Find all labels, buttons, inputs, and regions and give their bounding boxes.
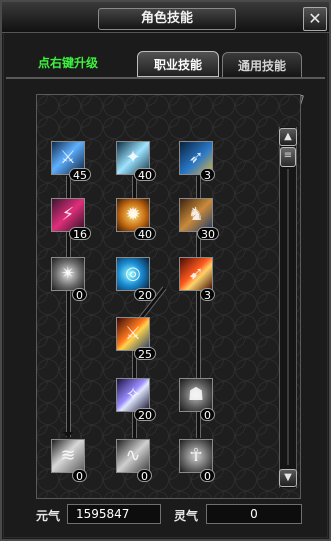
skill-slot[interactable]: ➹ (179, 257, 213, 291)
upgrade-hint: 点右键升级 (38, 56, 99, 70)
yuanqi-label: 元气 (36, 509, 61, 523)
skill-slot[interactable]: ✧ (116, 378, 150, 412)
skill-level: 0 (72, 288, 87, 302)
scroll-up-button[interactable]: ▲ (279, 128, 297, 146)
wind-slash-icon: ≋ (60, 445, 76, 466)
skill-slot[interactable]: ☗ (179, 378, 213, 412)
skill-level: 0 (137, 469, 152, 483)
yuanqi-value: 1595847 (67, 504, 161, 524)
shuriken-icon: ✴ (60, 263, 76, 284)
skill-level: 45 (69, 168, 91, 182)
skill-slot[interactable]: ☥ (179, 439, 213, 473)
window-title: 角色技能 (98, 8, 236, 30)
skill-level: 25 (134, 347, 156, 361)
skill-level: 20 (134, 288, 156, 302)
skill-slot[interactable]: ∿ (116, 439, 150, 473)
fire-blade-icon: ➹ (188, 263, 204, 284)
connector (66, 289, 71, 437)
skill-level: 30 (197, 227, 219, 241)
skill-level: 0 (200, 469, 215, 483)
skills-window: 角色技能 ✕ 点右键升级 职业技能 通用技能 剑术 刀术 战术 境界 ⚔ 45 … (0, 0, 331, 541)
title-bar[interactable]: 角色技能 ✕ (2, 2, 329, 33)
body-icon: ☥ (189, 445, 203, 466)
skill-level: 20 (134, 408, 156, 422)
skill-slot[interactable]: ◎ (116, 257, 150, 291)
close-button[interactable]: ✕ (303, 7, 327, 31)
skill-level: 3 (200, 288, 215, 302)
tabs-divider (6, 77, 325, 79)
tab-common-skills[interactable]: 通用技能 (222, 52, 302, 78)
skill-level: 16 (69, 227, 91, 241)
tab-class-skills[interactable]: 职业技能 (137, 51, 219, 77)
skill-level: 0 (72, 469, 87, 483)
arrow-down-icon (63, 432, 73, 438)
whirl-icon: ◎ (125, 263, 141, 284)
skill-level: 40 (134, 168, 156, 182)
connector (196, 176, 201, 200)
lingqi-label: 灵气 (174, 509, 199, 523)
mist-icon: ∿ (125, 445, 141, 466)
skill-slot[interactable]: ≋ (51, 439, 85, 473)
skill-slot[interactable]: ⚔ (116, 317, 150, 351)
lingqi-value: 0 (206, 504, 302, 524)
connector (66, 176, 71, 200)
scroll-rail (287, 169, 289, 465)
connector (196, 289, 201, 379)
spirit-blade-icon: ✧ (125, 384, 141, 405)
guardian-icon: ☗ (187, 384, 205, 405)
scroll-down-button[interactable]: ▼ (279, 469, 297, 487)
fire-sword-icon: ⚔ (124, 323, 142, 344)
scroll-thumb[interactable]: ≡ (280, 147, 296, 167)
skill-slot[interactable]: ✴ (51, 257, 85, 291)
skill-level: 3 (200, 168, 215, 182)
skill-level: 0 (200, 408, 215, 422)
skill-level: 40 (134, 227, 156, 241)
